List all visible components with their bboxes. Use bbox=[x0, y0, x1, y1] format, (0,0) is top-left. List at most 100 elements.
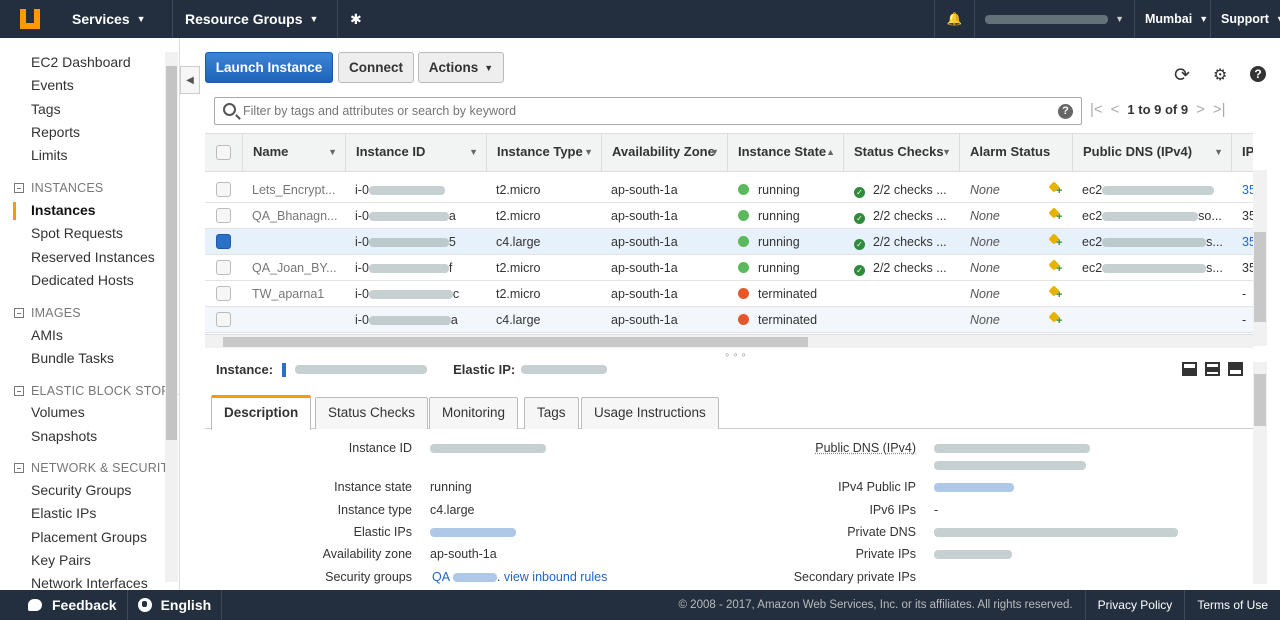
gear-icon[interactable]: ⚙ bbox=[1213, 65, 1227, 85]
help-icon[interactable]: ? bbox=[1250, 66, 1266, 82]
layout-top-icon[interactable] bbox=[1228, 362, 1243, 376]
sidebar-item-key-pairs[interactable]: Key Pairs bbox=[31, 552, 91, 568]
value-elastic-ips[interactable] bbox=[430, 525, 516, 539]
first-page-icon[interactable]: |< bbox=[1090, 101, 1103, 118]
scrollbar-thumb[interactable] bbox=[1254, 232, 1266, 322]
sidebar-item-limits[interactable]: Limits bbox=[31, 147, 68, 163]
connect-button[interactable]: Connect bbox=[338, 52, 414, 83]
security-group-link[interactable]: QA bbox=[432, 570, 449, 584]
sidebar-scrollbar-thumb[interactable] bbox=[166, 66, 177, 440]
bell-icon[interactable]: 🔔 bbox=[934, 0, 974, 38]
chevron-down-icon: ▼ bbox=[484, 62, 494, 73]
create-alarm-icon[interactable] bbox=[1048, 312, 1063, 327]
search-help-icon[interactable]: ? bbox=[1058, 104, 1073, 119]
col-public-dns[interactable]: Public DNS (IPv4) ▼ bbox=[1073, 134, 1232, 172]
col-availability-zone[interactable]: Availability Zone ▼ bbox=[602, 134, 728, 172]
launch-instance-button[interactable]: Launch Instance bbox=[205, 52, 333, 83]
terms-of-use-link[interactable]: Terms of Use bbox=[1184, 590, 1280, 620]
create-alarm-icon[interactable] bbox=[1048, 234, 1063, 249]
search-input[interactable] bbox=[243, 101, 1063, 121]
next-page-icon[interactable]: > bbox=[1196, 101, 1205, 118]
col-ipv4[interactable]: IPv4 bbox=[1232, 134, 1253, 172]
region-menu[interactable]: Mumbai ▼ bbox=[1134, 0, 1210, 38]
tab-status-checks[interactable]: Status Checks bbox=[315, 397, 429, 429]
col-instance-state[interactable]: Instance State ▲ bbox=[728, 134, 844, 172]
table-horizontal-scrollbar[interactable] bbox=[205, 334, 1253, 348]
row-checkbox[interactable] bbox=[216, 312, 231, 327]
cell-ipv4[interactable]: 35.1 bbox=[1242, 177, 1253, 203]
scrollbar-thumb[interactable] bbox=[1254, 374, 1266, 426]
sidebar-item-volumes[interactable]: Volumes bbox=[31, 404, 85, 420]
sidebar-item-network-interfaces[interactable]: Network Interfaces bbox=[31, 575, 148, 589]
sidebar-item-amis[interactable]: AMIs bbox=[31, 327, 63, 343]
layout-bottom-icon[interactable] bbox=[1182, 362, 1197, 376]
create-alarm-icon[interactable] bbox=[1048, 286, 1063, 301]
refresh-icon[interactable]: ⟳ bbox=[1174, 64, 1190, 87]
aws-logo-icon[interactable] bbox=[0, 0, 60, 38]
last-page-icon[interactable]: >| bbox=[1213, 101, 1226, 118]
tab-description[interactable]: Description bbox=[211, 395, 312, 430]
row-checkbox[interactable] bbox=[216, 208, 231, 223]
col-instance-type[interactable]: Instance Type ▼ bbox=[487, 134, 602, 172]
sidebar-item-spot-requests[interactable]: Spot Requests bbox=[31, 225, 123, 241]
sidebar-item-elastic-ips[interactable]: Elastic IPs bbox=[31, 505, 96, 521]
sidebar-section-ebs[interactable]: ELASTIC BLOCK STORE bbox=[14, 384, 179, 398]
col-name[interactable]: Name ▼ bbox=[243, 134, 346, 172]
tab-tags[interactable]: Tags bbox=[524, 397, 579, 429]
sidebar-item-dedicated-hosts[interactable]: Dedicated Hosts bbox=[31, 272, 134, 288]
sidebar-item-tags[interactable]: Tags bbox=[31, 101, 61, 117]
support-menu[interactable]: Support ▼ bbox=[1210, 0, 1280, 38]
sidebar-item-bundle-tasks[interactable]: Bundle Tasks bbox=[31, 350, 114, 366]
cell-ipv4[interactable]: 35.1 bbox=[1242, 203, 1253, 229]
privacy-policy-link[interactable]: Privacy Policy bbox=[1084, 590, 1185, 620]
pin-icon[interactable]: ✱ bbox=[338, 0, 374, 38]
sidebar-item-reserved-instances[interactable]: Reserved Instances bbox=[31, 249, 155, 265]
sidebar-section-images[interactable]: IMAGES bbox=[14, 306, 81, 320]
prev-page-icon[interactable]: < bbox=[1111, 101, 1120, 118]
create-alarm-icon[interactable] bbox=[1048, 208, 1063, 223]
row-checkbox[interactable] bbox=[216, 260, 231, 275]
table-row[interactable]: i-0 a c4.large ap-south-1a terminated Non… bbox=[205, 307, 1253, 333]
table-row[interactable]: QA_Joan_BY... i-0 f t2.micro ap-south-1a … bbox=[205, 255, 1253, 281]
language-selector[interactable]: English bbox=[126, 590, 223, 620]
detail-header: Instance: Elastic IP: bbox=[216, 362, 608, 377]
table-row[interactable]: QA_Bhanagn... i-0 a t2.micro ap-south-1a … bbox=[205, 203, 1253, 229]
col-instance-id[interactable]: Instance ID ▼ bbox=[346, 134, 487, 172]
select-all-checkbox[interactable] bbox=[216, 145, 231, 160]
table-row[interactable]: Lets_Encrypt... i-0 t2.micro ap-south-1a… bbox=[205, 177, 1253, 203]
row-checkbox-checked[interactable] bbox=[216, 234, 231, 249]
view-inbound-rules-link[interactable]: view inbound rules bbox=[504, 570, 608, 584]
sidebar-item-security-groups[interactable]: Security Groups bbox=[31, 482, 131, 498]
resource-groups-menu[interactable]: Resource Groups ▼ bbox=[173, 0, 338, 38]
account-menu[interactable]: ▼ bbox=[974, 0, 1134, 38]
actions-button[interactable]: Actions ▼ bbox=[418, 52, 504, 83]
tab-monitoring[interactable]: Monitoring bbox=[429, 397, 519, 429]
row-checkbox[interactable] bbox=[216, 182, 231, 197]
sidebar-item-ec2-dashboard[interactable]: EC2 Dashboard bbox=[31, 54, 131, 70]
sidebar-section-network[interactable]: NETWORK & SECURITY bbox=[14, 461, 177, 475]
create-alarm-icon[interactable] bbox=[1048, 182, 1063, 197]
sidebar-item-instances[interactable]: Instances bbox=[31, 202, 96, 218]
col-status-checks[interactable]: Status Checks ▼ bbox=[844, 134, 960, 172]
cell-ipv4[interactable]: 35.1 bbox=[1242, 255, 1253, 281]
row-checkbox[interactable] bbox=[216, 286, 231, 301]
cell-ipv4[interactable]: 35.1 bbox=[1242, 229, 1253, 255]
create-alarm-icon[interactable] bbox=[1048, 260, 1063, 275]
collapse-sidebar-button[interactable]: ◀ bbox=[180, 66, 200, 94]
sidebar-item-events[interactable]: Events bbox=[31, 77, 74, 93]
sidebar-section-instances[interactable]: INSTANCES bbox=[14, 181, 103, 195]
pane-splitter-handle[interactable]: ∘∘∘ bbox=[724, 350, 749, 361]
tab-usage-instructions[interactable]: Usage Instructions bbox=[581, 397, 719, 429]
col-alarm-status[interactable]: Alarm Status bbox=[960, 134, 1073, 172]
sidebar-item-placement-groups[interactable]: Placement Groups bbox=[31, 529, 147, 545]
table-row-selected[interactable]: i-0 5 c4.large ap-south-1a running ✓ 2/2 c… bbox=[205, 229, 1253, 255]
feedback-button[interactable]: Feedback bbox=[0, 590, 127, 620]
scrollbar-thumb[interactable] bbox=[223, 337, 808, 347]
layout-split-icon[interactable] bbox=[1205, 362, 1220, 376]
table-row[interactable]: TW_aparna1 i-0 c t2.micro ap-south-1a ter… bbox=[205, 281, 1253, 307]
redacted-text bbox=[934, 444, 1090, 454]
services-menu[interactable]: Services ▼ bbox=[60, 0, 173, 38]
sidebar-item-reports[interactable]: Reports bbox=[31, 124, 80, 140]
sidebar-item-snapshots[interactable]: Snapshots bbox=[31, 428, 97, 444]
value-ipv4-public-ip[interactable] bbox=[934, 480, 1014, 494]
